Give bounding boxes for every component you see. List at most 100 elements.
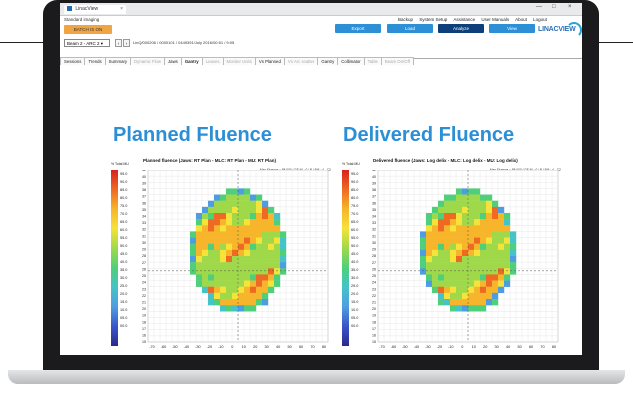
fluence-cell [450, 237, 457, 244]
fluence-cell [226, 243, 233, 251]
analyze-button[interactable]: Analyze [438, 24, 484, 33]
fluence-cell [420, 262, 427, 269]
tab-beam-on-off[interactable]: Beam On/Off [380, 57, 414, 65]
fluence-cell [250, 292, 257, 300]
menu-backup[interactable]: Backup [398, 17, 413, 22]
close-window-button[interactable]: × [568, 4, 572, 10]
fluence-cell [262, 292, 269, 300]
tab-sessions[interactable]: Sessions [60, 57, 86, 65]
fluence-cell [256, 243, 263, 251]
fluence-cell [492, 219, 499, 226]
export-button[interactable]: Export [335, 24, 381, 33]
fluence-cell [202, 225, 209, 232]
minimize-button[interactable]: — [536, 4, 542, 10]
fluence-cell [462, 243, 469, 251]
tab-gantry[interactable]: Gantry [317, 57, 339, 65]
fluence-cell [214, 200, 221, 208]
fluence-cell [474, 237, 481, 244]
fluence-cell [474, 213, 481, 220]
menu-about[interactable]: About [515, 17, 527, 22]
x-tick-label: -20 [207, 345, 213, 349]
laptop-screen: LinacView × — □ × Standard imaging BATCH… [60, 3, 582, 355]
view-button[interactable]: View [489, 24, 535, 33]
fluence-cell [456, 280, 463, 287]
fluence-cell [262, 206, 269, 214]
colorbar-tick: 10.0 [120, 308, 128, 312]
fluence-cell [280, 231, 287, 238]
fluence-cell [444, 225, 451, 232]
y-tick-label: 26 [372, 267, 376, 271]
fluence-cell [214, 280, 221, 287]
browser-tab[interactable]: LinacView × [64, 5, 126, 14]
fluence-cell [208, 299, 215, 306]
fluence-cell [450, 206, 457, 214]
colorbar-tick: 30.0 [351, 276, 359, 280]
fluence-cell [196, 225, 203, 232]
fluence-cell [504, 249, 511, 257]
colorbar-tick: 20.0 [120, 292, 128, 296]
tab-jaws[interactable]: Jaws [164, 57, 182, 65]
fluence-cell [268, 243, 275, 251]
x-tick-label: -60 [161, 345, 167, 349]
fluence-cell [190, 262, 197, 269]
fluence-cell [450, 231, 457, 238]
maximize-button[interactable]: □ [552, 4, 556, 10]
exam-selector[interactable]: Beam 2 - ARC 2 ▾ [64, 39, 110, 47]
top-menu: Backup System Setup Assistance User Manu… [398, 17, 552, 22]
x-tick-label: 0 [231, 345, 233, 349]
tab-leaves[interactable]: Leaves [201, 57, 224, 65]
fluence-cell [468, 262, 475, 269]
fluence-cell [208, 280, 215, 287]
fluence-cell [444, 237, 451, 244]
load-button[interactable]: Load [387, 24, 433, 33]
tab-gantry[interactable]: Gantry [180, 57, 203, 65]
batch-button[interactable]: BATCH IS ON [64, 25, 112, 34]
decorative-rule-right [596, 42, 633, 43]
fluence-cell [480, 206, 487, 214]
menu-user-manuals[interactable]: User Manuals [481, 17, 509, 22]
fluence-cell [456, 225, 463, 232]
fluence-cell [444, 219, 451, 226]
fluence-cell [232, 194, 239, 201]
fluence-cell [462, 237, 469, 244]
next-button[interactable]: › [123, 39, 130, 47]
fluence-cell [432, 256, 439, 263]
fluence-cell [492, 243, 499, 251]
previous-button[interactable]: ‹ [115, 39, 122, 47]
fluence-cell [274, 225, 281, 232]
y-tick-label: 20 [142, 307, 146, 311]
tab-monitor-units[interactable]: Monitor Units [222, 57, 256, 65]
fluence-cell [256, 256, 263, 263]
fluence-cell [256, 280, 263, 287]
fluence-cell [486, 249, 493, 257]
y-tick-label: 32 [372, 228, 376, 232]
tab-collimator[interactable]: Collimator [337, 57, 365, 65]
delivered-colorbar [342, 170, 349, 346]
fluence-cell [232, 262, 239, 269]
tab-vs-planned[interactable]: Vs Planned [254, 57, 285, 65]
tab-vs-arc-scatter[interactable]: Vs Arc scatter [283, 57, 319, 65]
fluence-cell [214, 286, 221, 294]
tab-dynamic-flow[interactable]: Dynamic Flow [130, 57, 166, 65]
tab-trends[interactable]: Trends [84, 57, 106, 65]
x-tick-label: 50 [287, 345, 291, 349]
x-tick-label: 80 [552, 345, 556, 349]
fluence-cell [456, 299, 463, 306]
fluence-cell [196, 249, 203, 257]
fluence-cell [492, 237, 499, 244]
fluence-cell [498, 225, 505, 232]
close-tab-icon[interactable]: × [120, 5, 123, 14]
fluence-cell [208, 268, 215, 275]
menu-system-setup[interactable]: System Setup [419, 17, 447, 22]
colorbar-tick: 95.0 [351, 172, 359, 176]
fluence-cell [486, 231, 493, 238]
tab-table[interactable]: Table [363, 57, 382, 65]
fluence-cell [202, 237, 209, 244]
menu-logout[interactable]: Logout [533, 17, 547, 22]
menu-assistance[interactable]: Assistance [453, 17, 475, 22]
fluence-cell [274, 280, 281, 287]
fluence-cell [238, 299, 245, 306]
tab-summary[interactable]: Summary [104, 57, 132, 65]
fluence-cell [250, 206, 257, 214]
fluence-cell [510, 249, 517, 257]
